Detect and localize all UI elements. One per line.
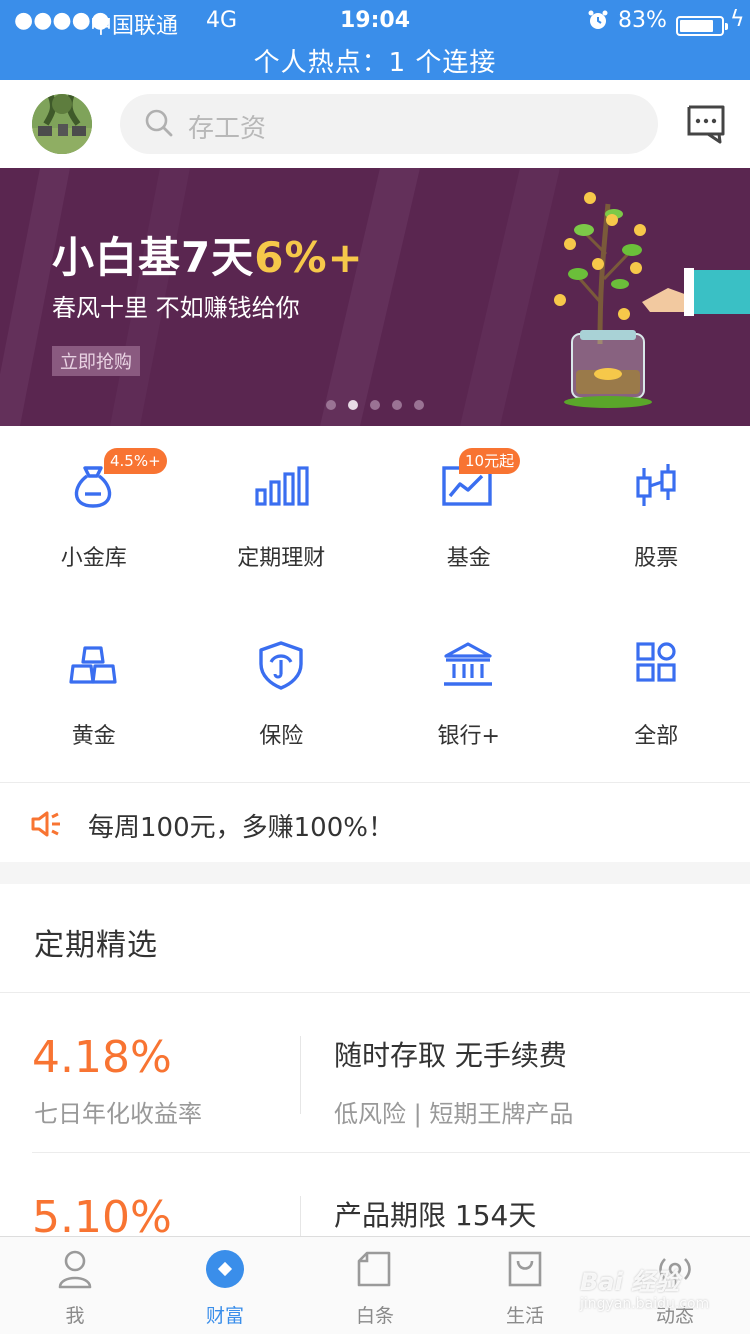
carousel-dot[interactable] bbox=[392, 400, 402, 410]
rate-badge: 4.5%+ bbox=[104, 448, 167, 474]
carousel-dot[interactable] bbox=[326, 400, 336, 410]
grid-item-jijin[interactable]: 基金 10元起 bbox=[375, 426, 563, 604]
grid-item-xiaojinku[interactable]: 小金库 4.5%+ bbox=[0, 426, 188, 604]
promo-banner[interactable]: 小白基7天6%+ 春风十里 不如赚钱给你 立即抢购 bbox=[0, 168, 750, 426]
grid-item-baoxian[interactable]: 保险 bbox=[188, 604, 376, 782]
candlestick-icon bbox=[635, 464, 676, 506]
battery-percent: 83% bbox=[618, 8, 667, 33]
card-icon bbox=[357, 1251, 391, 1287]
shopping-bag-icon bbox=[508, 1251, 542, 1287]
money-tree-illustration bbox=[554, 192, 750, 408]
battery-icon bbox=[676, 16, 728, 36]
product-title: 随时存取 无手续费 bbox=[334, 1039, 567, 1072]
grid-item-huangjin[interactable]: 黄金 bbox=[0, 604, 188, 782]
speaker-icon bbox=[30, 809, 64, 843]
status-bar: ●●●●● 中国联通 4G 19:04 83% ϟ 个人热点：1 个连接 bbox=[0, 0, 750, 80]
grid-item-label: 全部 bbox=[634, 724, 679, 749]
tab-label: 生活 bbox=[505, 1305, 544, 1327]
carousel-dots[interactable] bbox=[0, 400, 750, 412]
announcement-bar[interactable]: 每周100元，多赚100%！ bbox=[0, 782, 750, 862]
shield-icon bbox=[258, 641, 303, 690]
tab-wealth[interactable]: 财富 bbox=[150, 1237, 300, 1334]
bar-chart-icon bbox=[254, 466, 309, 506]
gold-bars-icon bbox=[69, 646, 117, 684]
grid-item-label: 股票 bbox=[634, 546, 679, 571]
grid-item-label: 定期理财 bbox=[237, 546, 326, 571]
product-rate: 4.18% bbox=[32, 1032, 172, 1083]
watermark-url: jingyan.baidu.com bbox=[580, 1296, 710, 1312]
grid-item-label: 基金 bbox=[446, 546, 491, 571]
section-title: 定期精选 bbox=[34, 928, 158, 963]
apps-grid-icon bbox=[635, 642, 676, 682]
grid-item-label: 保险 bbox=[259, 724, 304, 749]
bank-icon bbox=[444, 642, 492, 686]
search-input[interactable]: 存工资 bbox=[120, 94, 658, 154]
grid-item-gupiao[interactable]: 股票 bbox=[563, 426, 750, 604]
product-card[interactable]: 4.18% 七日年化收益率 随时存取 无手续费 低风险 | 短期王牌产品 bbox=[0, 994, 750, 1154]
price-badge: 10元起 bbox=[459, 448, 521, 474]
buy-now-button[interactable]: 立即抢购 bbox=[52, 346, 140, 376]
banner-title: 小白基7天6%+ bbox=[52, 233, 364, 282]
grid-item-yinhang[interactable]: 银行+ bbox=[375, 604, 563, 782]
product-title: 产品期限 154天 bbox=[334, 1199, 537, 1232]
carousel-dot[interactable] bbox=[348, 400, 358, 410]
divider bbox=[32, 1152, 750, 1153]
grid-item-quanbu[interactable]: 全部 bbox=[563, 604, 750, 782]
avatar[interactable] bbox=[32, 94, 92, 154]
tab-baitiao[interactable]: 白条 bbox=[300, 1237, 450, 1334]
product-desc: 低风险 | 短期王牌产品 bbox=[334, 1100, 574, 1128]
tab-label: 财富 bbox=[205, 1305, 244, 1327]
hotspot-banner[interactable]: 个人热点：1 个连接 bbox=[0, 42, 750, 79]
charging-icon: ϟ bbox=[730, 7, 745, 32]
search-icon bbox=[144, 108, 174, 142]
top-header: 存工资 bbox=[0, 80, 750, 168]
banner-subtitle: 春风十里 不如赚钱给你 bbox=[52, 294, 300, 322]
grid-item-dingqi[interactable]: 定期理财 bbox=[188, 426, 376, 604]
tab-label: 白条 bbox=[355, 1305, 394, 1327]
watermark-logo: Bai 经验 bbox=[580, 1268, 680, 1296]
grid-item-label: 黄金 bbox=[71, 724, 116, 749]
tab-life[interactable]: 生活 bbox=[450, 1237, 600, 1334]
grid-item-label: 银行+ bbox=[437, 724, 500, 749]
tab-me[interactable]: 我 bbox=[0, 1237, 150, 1334]
feature-grid: 小金库 4.5%+ 定期理财 基金 10元起 股票 黄金 保险 银行+ 全部 bbox=[0, 426, 750, 782]
carousel-dot[interactable] bbox=[370, 400, 380, 410]
wealth-icon bbox=[206, 1250, 244, 1288]
grid-item-label: 小金库 bbox=[60, 546, 127, 571]
product-rate-label: 七日年化收益率 bbox=[34, 1100, 202, 1128]
divider bbox=[300, 1036, 301, 1114]
message-icon[interactable] bbox=[686, 104, 726, 148]
tab-label: 我 bbox=[65, 1305, 85, 1327]
carousel-dot[interactable] bbox=[414, 400, 424, 410]
search-placeholder: 存工资 bbox=[188, 114, 267, 144]
person-icon bbox=[58, 1250, 92, 1289]
announcement-text: 每周100元，多赚100%！ bbox=[88, 813, 394, 843]
alarm-icon bbox=[586, 8, 610, 38]
divider bbox=[0, 992, 750, 993]
